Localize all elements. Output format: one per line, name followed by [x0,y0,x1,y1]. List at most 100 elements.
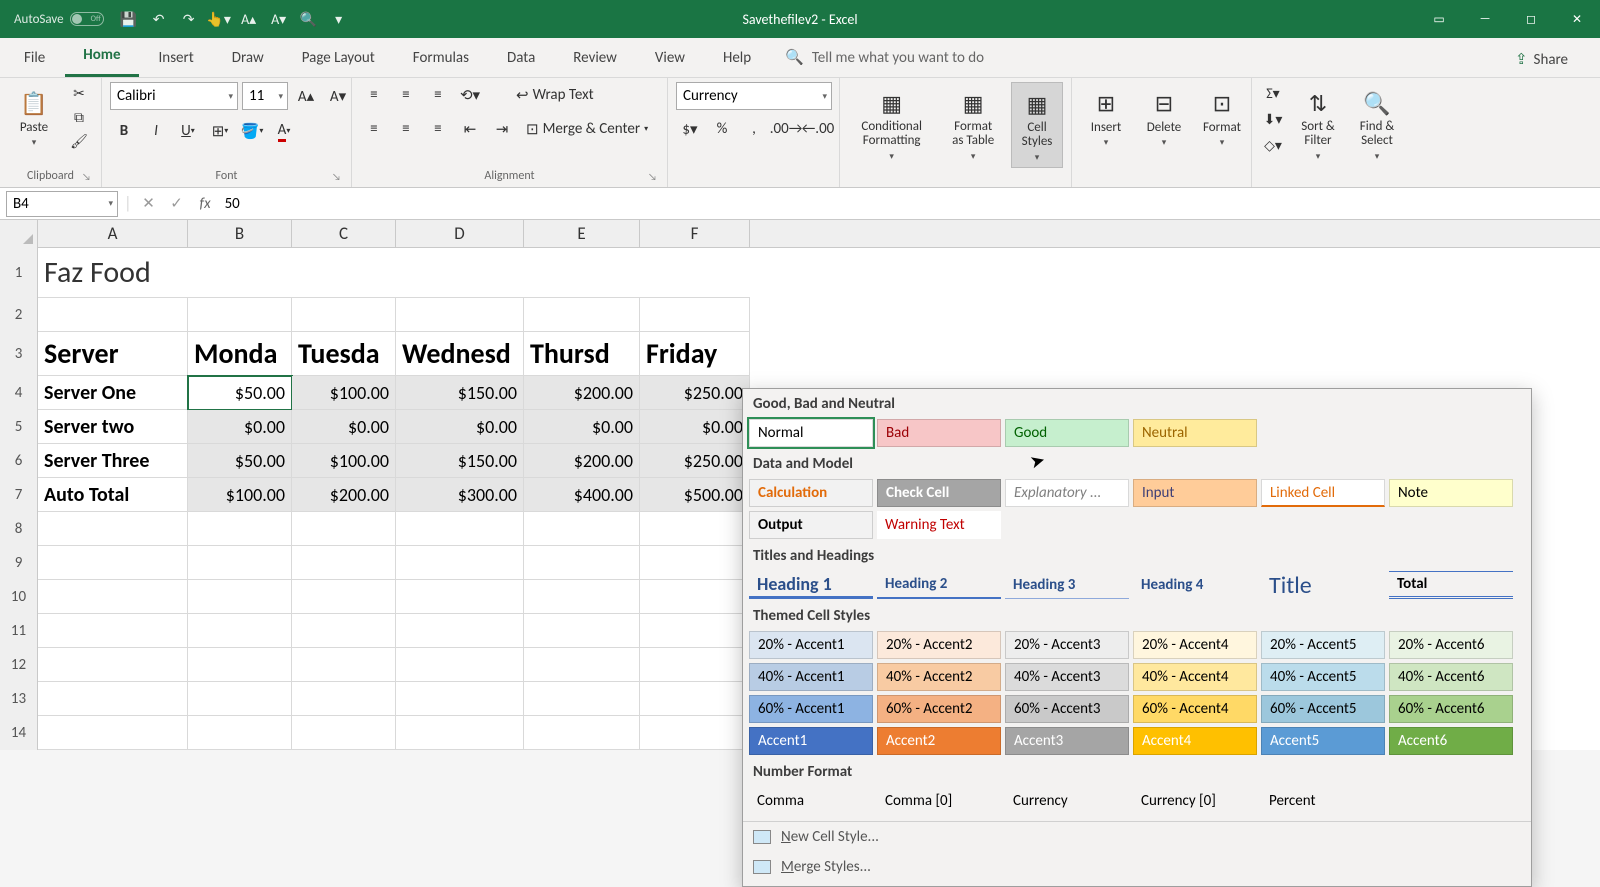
align-top-icon[interactable]: ≡ [360,82,388,108]
row-header-10[interactable]: 10 [0,580,38,614]
copy-icon[interactable]: ⧉ [66,106,92,128]
decrease-decimal-icon[interactable]: ←.00 [804,116,832,142]
style-60-accent1[interactable]: 60% - Accent1 [749,695,873,723]
comma-icon[interactable]: , [740,116,768,142]
cell-B4[interactable]: $50.00 [188,376,292,410]
style-accent3[interactable]: Accent3 [1005,727,1129,755]
cell[interactable] [292,512,396,546]
style-good[interactable]: Good [1005,419,1129,447]
style-neutral[interactable]: Neutral [1133,419,1257,447]
style-accent1[interactable]: Accent1 [749,727,873,755]
style-normal[interactable]: Normal [749,419,873,447]
format-as-table-button[interactable]: ▦ Format as Table▾ [941,82,1005,166]
style-heading-2[interactable]: Heading 2 [877,571,1001,599]
cell[interactable] [38,614,188,648]
style-40-accent5[interactable]: 40% - Accent5 [1261,663,1385,691]
cell[interactable] [396,512,524,546]
cell[interactable] [640,716,750,750]
undo-icon[interactable]: ↶ [146,6,172,32]
style-calculation[interactable]: Calculation [749,479,873,507]
cell-C2[interactable] [292,298,396,332]
cell[interactable] [292,716,396,750]
style-20-accent4[interactable]: 20% - Accent4 [1133,631,1257,659]
cell[interactable] [524,648,640,682]
col-header-E[interactable]: E [524,220,640,247]
qat-customize-icon[interactable]: ▾ [326,6,352,32]
align-right-icon[interactable]: ≡ [424,116,452,142]
cell-A7[interactable]: Auto Total [38,478,188,512]
cell-B6[interactable]: $50.00 [188,444,292,478]
style-accent5[interactable]: Accent5 [1261,727,1385,755]
style-60-accent3[interactable]: 60% - Accent3 [1005,695,1129,723]
cell[interactable] [38,512,188,546]
row-header-4[interactable]: 4 [0,376,38,410]
align-bottom-icon[interactable]: ≡ [424,82,452,108]
maximize-icon[interactable]: ◻ [1508,0,1554,38]
cut-icon[interactable]: ✂ [66,82,92,104]
style-20-accent3[interactable]: 20% - Accent3 [1005,631,1129,659]
cell-C3[interactable]: Tuesda [292,332,396,376]
style-40-accent4[interactable]: 40% - Accent4 [1133,663,1257,691]
cell[interactable] [396,716,524,750]
row-header-13[interactable]: 13 [0,682,38,716]
merge-center-button[interactable]: ⊡Merge & Center▾ [520,116,654,142]
fill-icon[interactable]: ⬇▾ [1260,108,1286,130]
cell-C6[interactable]: $100.00 [292,444,396,478]
col-header-A[interactable]: A [38,220,188,247]
cell[interactable] [188,648,292,682]
style-60-accent5[interactable]: 60% - Accent5 [1261,695,1385,723]
enter-formula-icon[interactable]: ✓ [164,194,190,213]
row-header-11[interactable]: 11 [0,614,38,648]
number-format-combo[interactable]: Currency▾ [676,82,832,110]
row-header-6[interactable]: 6 [0,444,38,478]
cell-C7[interactable]: $200.00 [292,478,396,512]
close-icon[interactable]: ✕ [1554,0,1600,38]
cell[interactable] [292,614,396,648]
row-header-14[interactable]: 14 [0,716,38,750]
cell[interactable] [188,580,292,614]
align-center-icon[interactable]: ≡ [392,116,420,142]
tab-data[interactable]: Data [489,39,553,77]
cell-B3[interactable]: Monda [188,332,292,376]
row-header-8[interactable]: 8 [0,512,38,546]
cell-D5[interactable]: $0.00 [396,410,524,444]
font-name-combo[interactable]: Calibri▾ [110,82,238,110]
font-decrease-icon[interactable]: A▾ [266,6,292,32]
dialog-launcher-icon[interactable]: ↘ [82,170,91,183]
style-60-accent6[interactable]: 60% - Accent6 [1389,695,1513,723]
percent-icon[interactable]: % [708,116,736,142]
cell[interactable] [396,580,524,614]
style-check-cell[interactable]: Check Cell [877,479,1001,507]
align-middle-icon[interactable]: ≡ [392,82,420,108]
tab-home[interactable]: Home [65,36,138,77]
dialog-launcher-icon[interactable]: ↘ [648,170,657,183]
cell[interactable] [640,614,750,648]
autosave-toggle[interactable]: AutoSave Off [14,12,104,27]
cell[interactable] [38,580,188,614]
style-title[interactable]: Title [1261,571,1385,599]
style-20-accent5[interactable]: 20% - Accent5 [1261,631,1385,659]
style-accent4[interactable]: Accent4 [1133,727,1257,755]
cell-F6[interactable]: $250.00 [640,444,750,478]
touch-mode-icon[interactable]: 👆▾ [206,6,232,32]
style-note[interactable]: Note [1389,479,1513,507]
row-header-9[interactable]: 9 [0,546,38,580]
cell-E5[interactable]: $0.00 [524,410,640,444]
row-header-1[interactable]: 1 [0,248,38,298]
col-header-D[interactable]: D [396,220,524,247]
accounting-icon[interactable]: $▾ [676,116,704,142]
cell-C4[interactable]: $100.00 [292,376,396,410]
style-currency-0-[interactable]: Currency [0] [1133,787,1257,815]
cell[interactable] [524,614,640,648]
cell[interactable] [640,682,750,716]
autosave-switch[interactable]: Off [70,12,104,26]
cell[interactable] [188,512,292,546]
font-color-icon[interactable]: A▾ [270,118,298,144]
style-20-accent6[interactable]: 20% - Accent6 [1389,631,1513,659]
borders-icon[interactable]: ⊞▾ [206,118,234,144]
cell-B7[interactable]: $100.00 [188,478,292,512]
grow-font-icon[interactable]: A▴ [292,83,320,109]
formula-input[interactable]: 50 [217,195,248,213]
cell[interactable] [292,546,396,580]
increase-decimal-icon[interactable]: .00→ [772,116,800,142]
